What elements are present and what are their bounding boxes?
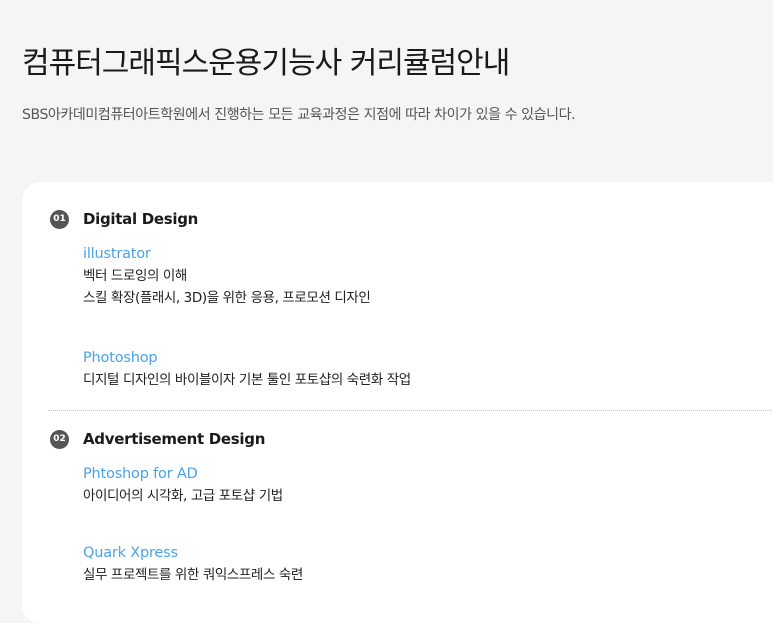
curriculum-page: 컴퓨터그래픽스운용기능사 커리큘럼안내 SBS아카데미컴퓨터아트학원에서 진행하… (0, 0, 773, 623)
course-name: Phtoshop for AD (83, 466, 198, 482)
course-item-photoshop: Photoshop 디지털 디자인의 바이블이자 기본 툴인 포토샵의 숙련화 … (83, 348, 411, 391)
course-description: 아이디어의 시각화, 고급 포토샵 기법 (83, 488, 283, 504)
section-divider (48, 410, 773, 411)
course-name: Quark Xpress (83, 545, 178, 561)
course-name: Photoshop (83, 350, 158, 366)
course-item-photoshop-for-ad: Phtoshop for AD 아이디어의 시각화, 고급 포토샵 기법 (83, 464, 283, 507)
course-description: 벡터 드로잉의 이해 (83, 268, 187, 284)
course-description: 디지털 디자인의 바이블이자 기본 툴인 포토샵의 숙련화 작업 (83, 372, 411, 388)
section-number-badge: 02 (50, 430, 69, 449)
page-subtitle: SBS아카데미컴퓨터아트학원에서 진행하는 모든 교육과정은 지점에 따라 차이… (22, 107, 576, 123)
section-title: Advertisement Design (83, 430, 266, 448)
section-title: Digital Design (83, 210, 199, 228)
course-item-illustrator: illustrator 벡터 드로잉의 이해 스킬 확장(플래시, 3D)을 위… (83, 244, 371, 309)
course-description: 스킬 확장(플래시, 3D)을 위한 응용, 프로모션 디자인 (83, 290, 371, 306)
curriculum-card: 01 Digital Design illustrator 벡터 드로잉의 이해… (22, 182, 773, 623)
course-name: illustrator (83, 246, 151, 262)
course-description: 실무 프로젝트를 위한 쿼익스프레스 숙련 (83, 567, 303, 583)
section-number-badge: 01 (50, 210, 69, 229)
page-title: 컴퓨터그래픽스운용기능사 커리큘럼안내 (22, 46, 510, 81)
course-item-quark-xpress: Quark Xpress 실무 프로젝트를 위한 쿼익스프레스 숙련 (83, 543, 303, 586)
